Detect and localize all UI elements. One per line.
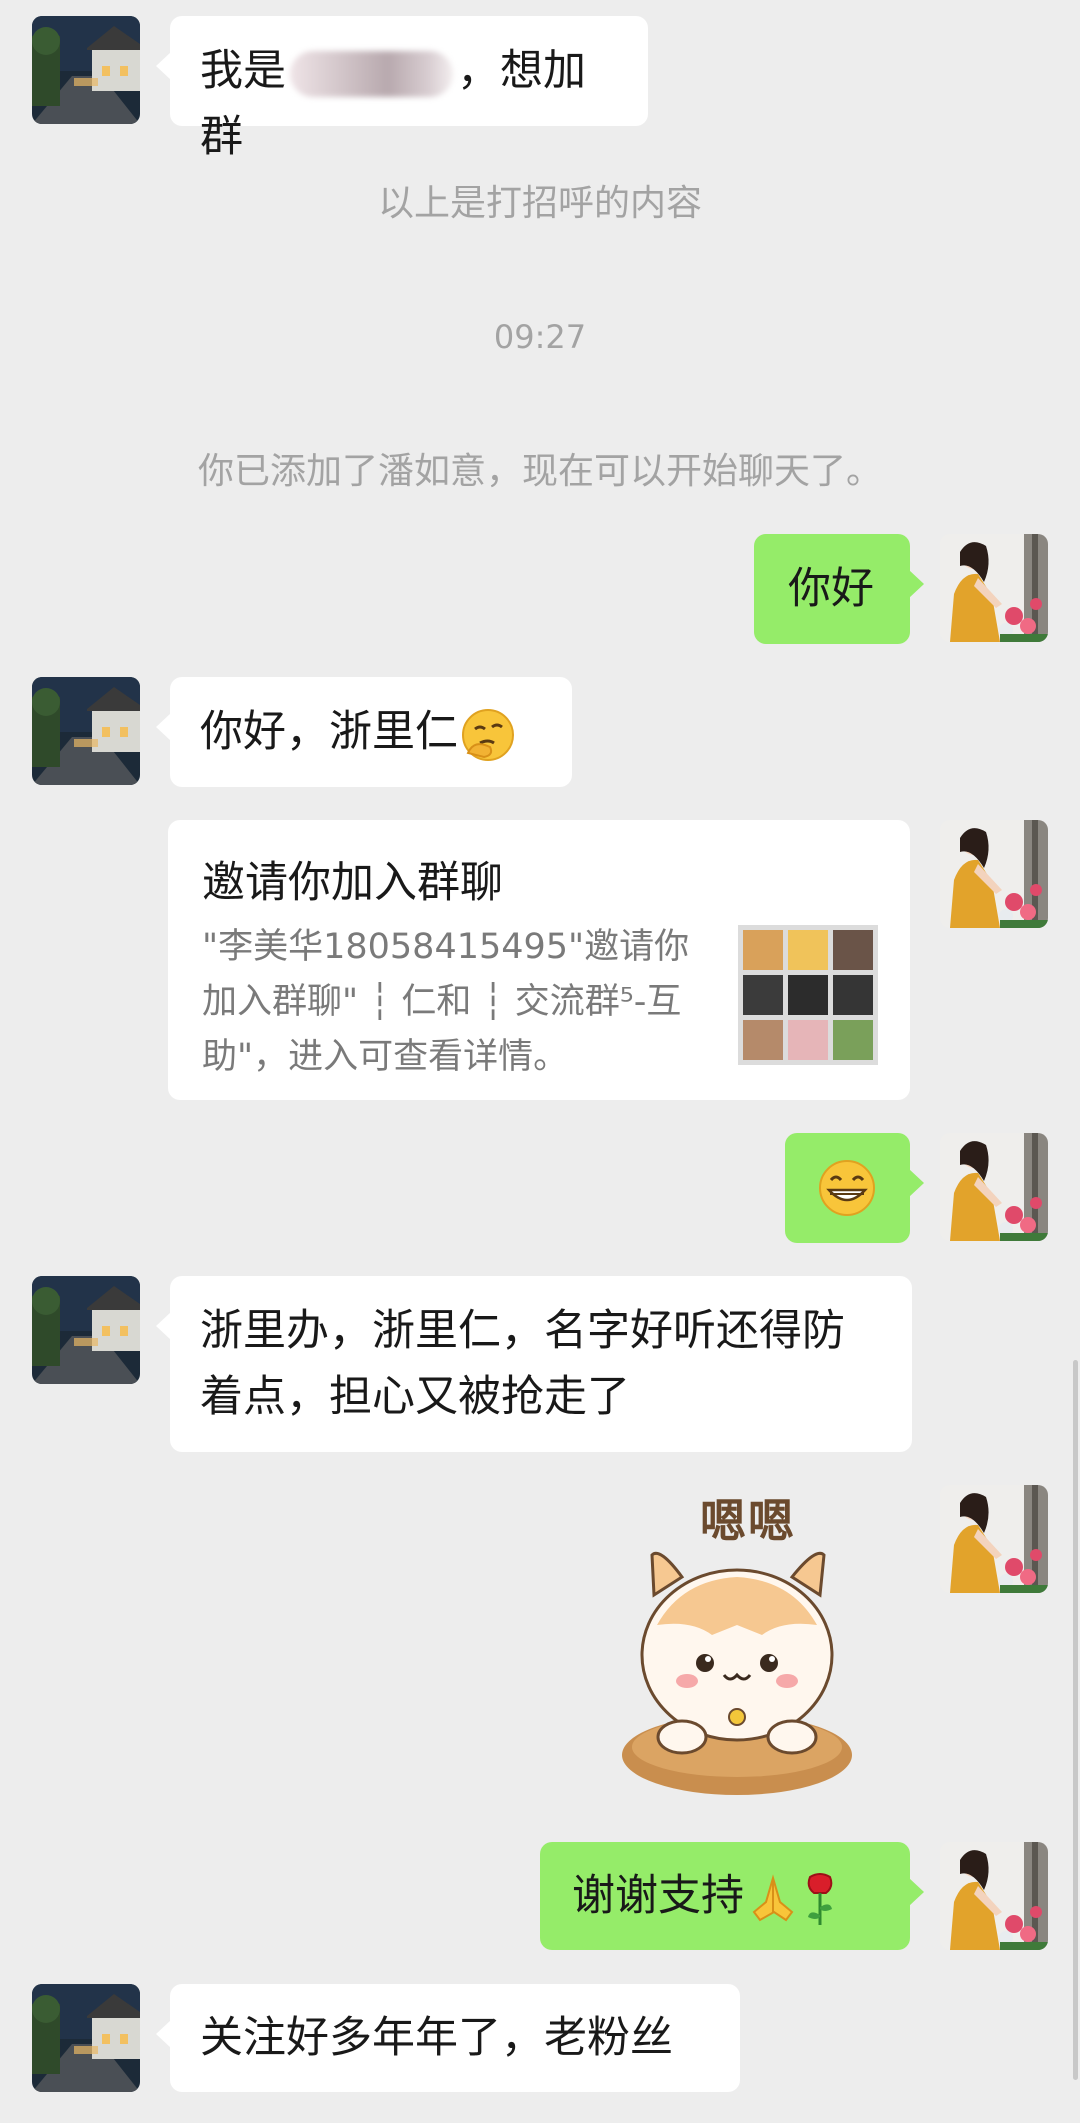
self-avatar[interactable] <box>940 1485 1048 1593</box>
message-text: 关注好多年年了，老粉丝 <box>200 2013 673 2063</box>
scrollbar[interactable] <box>1073 1360 1078 2080</box>
friend-added-notice: 你已添加了潘如意，现在可以开始聊天了。 <box>197 451 882 492</box>
message-bubble-outgoing[interactable]: 谢谢支持 <box>540 1842 924 1950</box>
contact-avatar[interactable] <box>32 1276 140 1384</box>
message-bubble-incoming[interactable]: 我是 ，想加群 <box>156 16 648 162</box>
timestamp: 09:27 <box>493 318 587 356</box>
message-text: 你好 <box>788 564 874 614</box>
contact-avatar[interactable] <box>32 16 140 124</box>
message-text: 浙里办，浙里仁，名字好听还得防着点，担心又被抢走了 <box>200 1306 845 1422</box>
self-avatar[interactable] <box>940 1842 1048 1950</box>
contact-avatar[interactable] <box>32 1984 140 2092</box>
self-avatar[interactable] <box>940 1133 1048 1241</box>
rose-emoji <box>807 1872 833 1925</box>
contact-avatar[interactable] <box>32 677 140 785</box>
message-text: 我是 <box>200 46 286 96</box>
redacted-name-blur <box>290 50 453 97</box>
group-avatar-grid <box>738 925 878 1065</box>
message-bubble-incoming[interactable]: 浙里办，浙里仁，名字好听还得防着点，担心又被抢走了 <box>156 1276 912 1452</box>
cat-sticker[interactable]: 嗯嗯 <box>612 1485 882 1805</box>
message-bubble-incoming[interactable]: 你好，浙里仁 <box>156 677 572 787</box>
self-avatar[interactable] <box>940 534 1048 642</box>
invite-card-description: "李美华18058415495"邀请你加入群聊" ┆ 仁和 ┆ 交流群⁵-互助"… <box>202 927 690 1077</box>
pray-hands-emoji <box>752 1873 794 1921</box>
group-invite-card[interactable]: 邀请你加入群聊 "李美华18058415495"邀请你加入群聊" ┆ 仁和 ┆ … <box>168 820 910 1100</box>
message-bubble-outgoing[interactable]: 你好 <box>754 534 924 644</box>
thinking-face-emoji <box>462 708 514 761</box>
message-text: 你好，浙里仁 <box>200 707 458 757</box>
invite-card-title: 邀请你加入群聊 <box>202 858 503 908</box>
message-text: 谢谢支持 <box>572 1871 744 1921</box>
message-bubble-incoming[interactable]: 关注好多年年了，老粉丝 <box>156 1984 740 2092</box>
self-avatar[interactable] <box>940 820 1048 928</box>
sticker-caption: 嗯嗯 <box>700 1494 796 1548</box>
grinning-face-emoji <box>819 1160 875 1216</box>
message-bubble-outgoing[interactable] <box>785 1133 924 1243</box>
greeting-note: 以上是打招呼的内容 <box>377 183 702 224</box>
